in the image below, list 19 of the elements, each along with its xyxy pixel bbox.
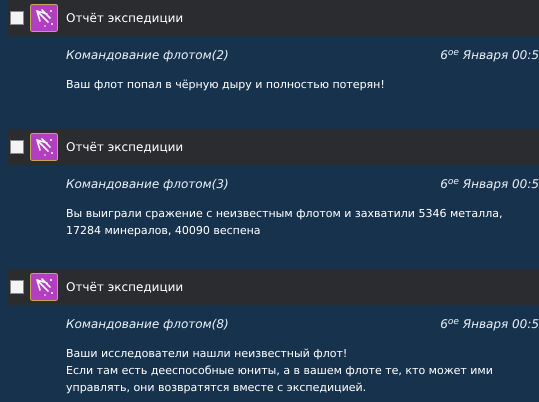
expedition-icon bbox=[30, 273, 58, 301]
message-text: Если там есть дееспособные юниты, а в вашем флоте те, кто может ими управлять, они возвратятся вместе с экспедицией. bbox=[66, 363, 494, 396]
checkbox[interactable] bbox=[10, 280, 24, 294]
expedition-icon bbox=[30, 133, 58, 161]
message-title[interactable]: Отчёт экспедиции bbox=[66, 9, 184, 27]
message-date: 6$^{ое}$ Января 00:5 bbox=[440, 46, 539, 64]
message-text: Ваш флот попал в чёрную дыру и полностью потерян! bbox=[66, 77, 386, 93]
message-date: 6$^{ое}$ Января 00:5 bbox=[440, 316, 539, 333]
message-title[interactable]: Отчёт экспедиции bbox=[66, 278, 184, 296]
checkbox[interactable] bbox=[10, 140, 24, 154]
expedition-icon bbox=[30, 4, 58, 32]
sender: Командование флотом(8) bbox=[66, 316, 229, 333]
sender: Командование флотом(3) bbox=[66, 176, 229, 193]
checkbox[interactable] bbox=[10, 11, 24, 25]
message-text: Ваши исследователи нашли неизвестный флот! bbox=[66, 346, 348, 362]
message-text: Вы выиграли сражение с неизвестным флотом и захватили 5346 металла, 17284 минералов, 40090 веспена bbox=[66, 206, 504, 239]
message-title[interactable]: Отчёт экспедиции bbox=[66, 138, 184, 156]
message-date: 6$^{ое}$ Января 00:5 bbox=[440, 176, 539, 193]
sender: Командование флотом(2) bbox=[66, 47, 229, 64]
